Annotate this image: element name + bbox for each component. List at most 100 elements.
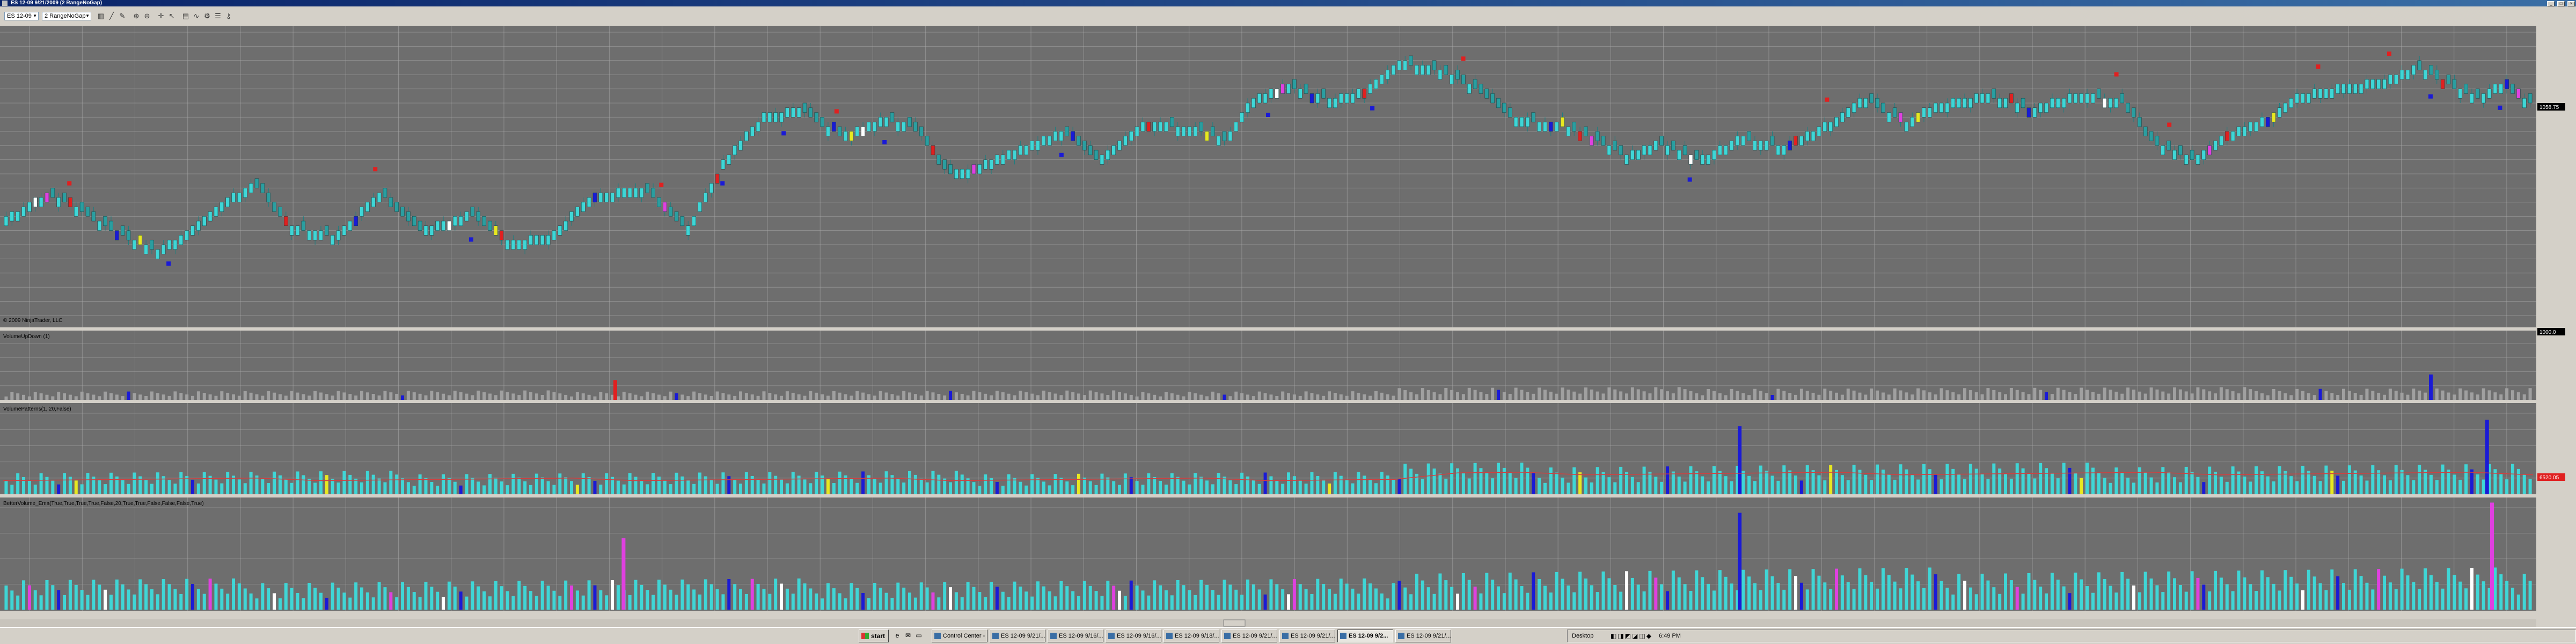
volume-bar	[815, 472, 818, 494]
volume-bar	[1572, 467, 1576, 494]
volume-bar	[1088, 481, 1092, 494]
price-bar-body	[2341, 84, 2346, 94]
volume-bar	[1695, 393, 1699, 400]
volume-bar	[208, 579, 212, 610]
strategies-icon[interactable]: ⚙	[202, 11, 213, 21]
taskbar-task-3[interactable]: ES 12-09 9/16/...	[1106, 630, 1161, 642]
desktop-icon[interactable]: ▭	[914, 631, 923, 640]
price-bar-body	[16, 211, 20, 222]
volume-bar	[1275, 584, 1279, 610]
volume-bar	[273, 593, 276, 610]
volume-bar	[1957, 474, 1961, 494]
volume-bar	[1666, 591, 1670, 610]
volume-bar	[1788, 393, 1792, 400]
taskbar-task-5[interactable]: ES 12-09 9/21/...	[1221, 630, 1277, 642]
price-bar-body	[1158, 121, 1162, 132]
volume-bar	[2464, 588, 2468, 610]
signal-marker	[2428, 94, 2433, 99]
pointer-icon[interactable]: ↖	[166, 11, 177, 21]
volume-bar	[1194, 595, 1197, 610]
properties-icon[interactable]: ☰	[213, 11, 223, 21]
price-bar-body	[1304, 84, 1308, 94]
volume-bar	[605, 595, 609, 610]
volume-bar	[1567, 482, 1570, 494]
taskbar-task-1[interactable]: ES 12-09 9/21/...	[990, 630, 1045, 642]
volume-bar	[442, 474, 445, 494]
taskbar-task-8[interactable]: ES 12-09 9/21/...	[1395, 630, 1451, 642]
volume-bar	[925, 391, 929, 400]
price-bar-body	[1006, 150, 1011, 160]
price-bar-body	[610, 192, 614, 203]
indicators-icon[interactable]: ∿	[191, 11, 202, 21]
volume-bar	[162, 394, 165, 400]
volume-bar	[1059, 478, 1063, 494]
volume-bar	[1636, 389, 1640, 400]
volume-bar	[308, 396, 311, 400]
volume-bar	[424, 395, 428, 400]
volume-bar	[237, 479, 241, 494]
clock[interactable]: 6:49 PM	[1659, 630, 1681, 642]
price-bar-body	[1590, 136, 1594, 146]
window-icon	[1108, 633, 1115, 639]
scrollbar-thumb[interactable]	[1223, 619, 1246, 627]
close-button[interactable]: ×	[2567, 1, 2575, 6]
lock-icon[interactable]: ⚷	[223, 11, 234, 21]
taskbar-task-4[interactable]: ES 12-09 9/18/...	[1163, 630, 1219, 642]
volume-bar	[2301, 465, 2304, 494]
zoom-in-icon[interactable]: ⊕	[131, 11, 142, 21]
instrument-dropdown[interactable]: ES 12-09 ▼	[4, 12, 39, 20]
price-bar-body	[1455, 70, 1460, 80]
volume-bar	[308, 479, 311, 494]
drawing-tool-icon[interactable]: ╱	[106, 11, 117, 21]
taskbar-task-6[interactable]: ES 12-09 9/21/...	[1279, 630, 1335, 642]
taskbar-task-0[interactable]: Control Center - ...	[932, 630, 987, 642]
price-bar-body	[698, 202, 702, 212]
tray-icons[interactable]: ◧◨◩◪◫◆	[1611, 632, 1652, 640]
minimize-button[interactable]: _	[2547, 1, 2555, 6]
volume-bar	[984, 474, 987, 494]
volume-bar	[2173, 477, 2177, 494]
ie-icon[interactable]: e	[893, 631, 902, 640]
volume-bar	[1409, 469, 1413, 494]
volume-bar	[2312, 475, 2316, 494]
volume-bar	[2260, 393, 2264, 400]
volume-bar	[855, 482, 859, 494]
volume-bar	[1520, 586, 1524, 610]
taskbar-task-2[interactable]: ES 12-09 9/16/...	[1048, 630, 1103, 642]
data-box-icon[interactable]: ▤	[180, 11, 191, 21]
volume-bar	[611, 580, 614, 610]
start-button[interactable]: start	[859, 630, 889, 642]
volume-bar	[750, 475, 754, 494]
chart-area[interactable]: 08:1508:2108:2908:3808:4708:5309:0009:09…	[0, 26, 2576, 627]
chart-style-icon[interactable]: ▥	[96, 11, 106, 21]
volume-bar	[709, 584, 713, 610]
taskbar-task-7[interactable]: ES 12-09 9/2...	[1337, 630, 1393, 642]
volume-bar	[2377, 392, 2381, 400]
volume-bar	[546, 390, 550, 400]
crosshair-icon[interactable]: ✛	[156, 11, 166, 21]
horizontal-scrollbar[interactable]	[0, 619, 2536, 627]
volume-bar	[2056, 478, 2060, 494]
volume-bar	[92, 580, 96, 610]
volume-bar	[255, 394, 259, 400]
price-bar-body	[674, 211, 679, 222]
outlook-icon[interactable]: ✉	[904, 631, 912, 640]
window-titlebar[interactable]: ES 12-09 9/21/2009 (2 RangeNoGap) _ □ ×	[0, 0, 2576, 6]
zoom-out-icon[interactable]: ⊖	[142, 11, 152, 21]
volume-bar	[675, 393, 678, 400]
volume-bar	[1432, 469, 1436, 494]
volume-bar	[1275, 480, 1279, 494]
volume-bar	[1881, 392, 1885, 400]
period-dropdown[interactable]: 2 RangeNoGap ▼	[42, 12, 91, 20]
volume-bar	[1642, 466, 1646, 494]
price-bar-body	[779, 112, 784, 122]
volume-bar	[2056, 387, 2060, 400]
volume-spike-bar	[2428, 374, 2433, 400]
volume-bar	[937, 597, 941, 610]
price-bar-body	[1286, 84, 1291, 94]
volume-bar	[459, 392, 463, 400]
maximize-button[interactable]: □	[2557, 1, 2565, 6]
pencil-icon[interactable]: ✎	[117, 11, 128, 21]
volume-bar	[1666, 391, 1670, 400]
desktop-toolbar-label[interactable]: Desktop	[1572, 630, 1593, 642]
